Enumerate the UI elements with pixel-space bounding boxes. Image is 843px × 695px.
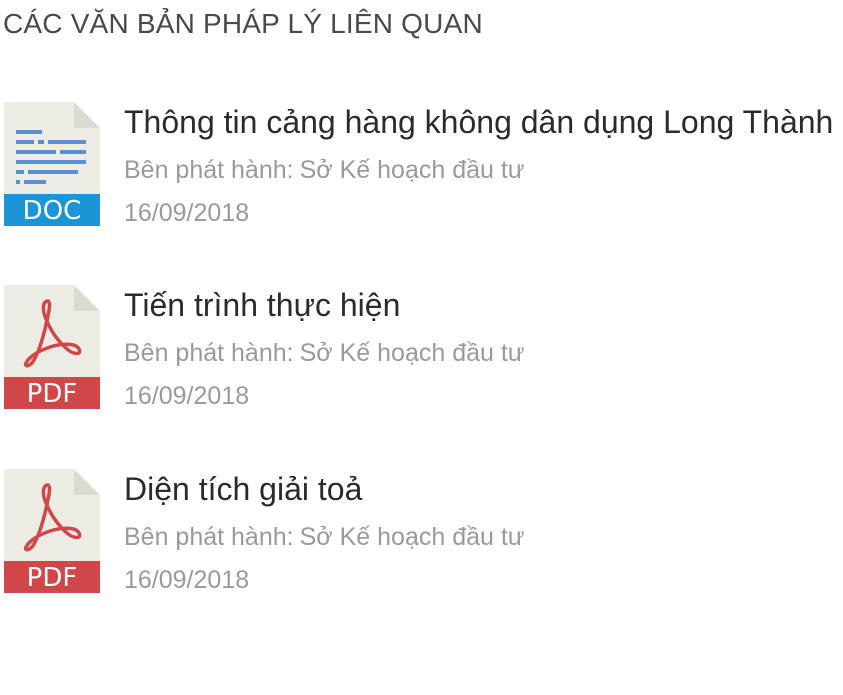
document-title[interactable]: Thông tin cảng hàng không dân dụng Long … [124,102,833,142]
document-date: 16/09/2018 [124,199,250,227]
document-item[interactable]: PDF Diện tích giải toả Bên phát hành: Sở … [0,465,843,605]
document-issuer: Bên phát hành: Sở Kế hoạch đầu tư [124,337,525,369]
document-issuer: Bên phát hành: Sở Kế hoạch đầu tư [124,154,525,186]
document-title[interactable]: Tiến trình thực hiện [124,285,400,325]
document-title[interactable]: Diện tích giải toả [124,469,362,509]
section-title: CÁC VĂN BẢN PHÁP LÝ LIÊN QUAN [3,8,483,39]
issuer-label: Bên phát hành: [124,523,294,551]
issuer-label: Bên phát hành: [124,156,294,184]
doc-file-icon[interactable]: DOC [4,102,100,226]
document-issuer: Bên phát hành: Sở Kế hoạch đầu tư [124,521,525,553]
document-item[interactable]: PDF Tiến trình thực hiện Bên phát hành: S… [0,281,843,421]
issuer-value: Sở Kế hoạch đầu tư [299,523,525,551]
file-type-badge: PDF [27,379,78,409]
pdf-file-icon[interactable]: PDF [4,285,100,409]
file-type-badge: DOC [23,196,82,226]
issuer-value: Sở Kế hoạch đầu tư [299,339,525,367]
document-date: 16/09/2018 [124,566,250,594]
issuer-label: Bên phát hành: [124,339,294,367]
issuer-value: Sở Kế hoạch đầu tư [299,156,525,184]
document-item[interactable]: DOC Thông tin cảng hàng không dân dụng L… [0,98,843,238]
file-type-badge: PDF [27,563,78,593]
pdf-file-icon[interactable]: PDF [4,469,100,593]
document-date: 16/09/2018 [124,382,250,410]
